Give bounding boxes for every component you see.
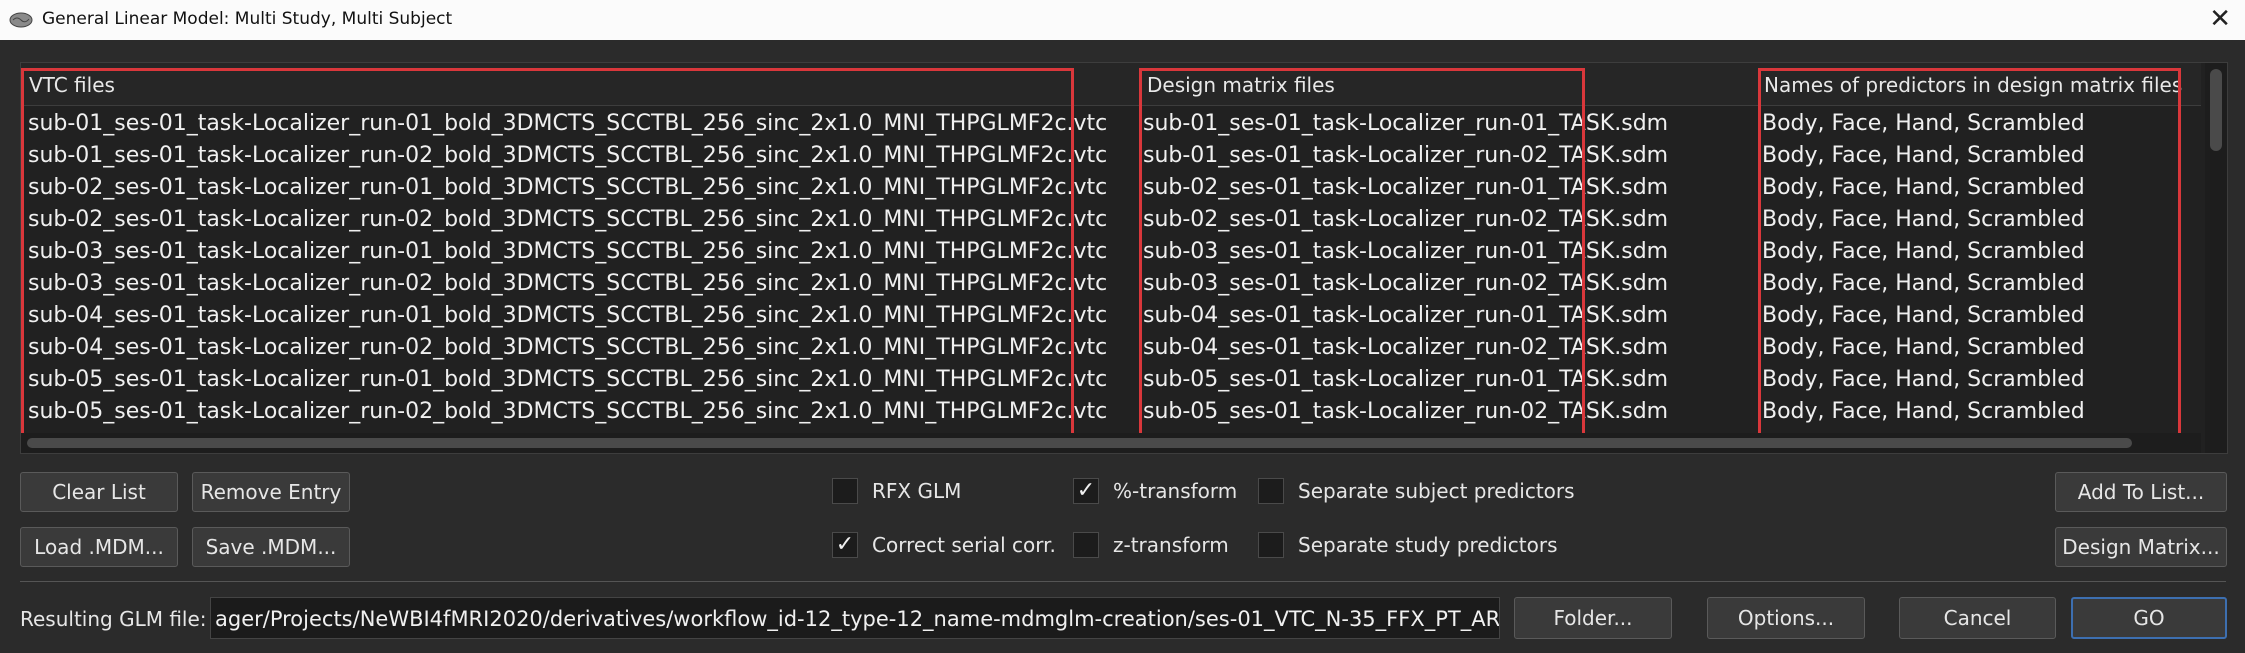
table-body: sub-01_ses-01_task-Localizer_run-01_bold… — [21, 107, 2201, 447]
close-icon[interactable]: ✕ — [2209, 4, 2231, 34]
table-row[interactable]: sub-04_ses-01_task-Localizer_run-01_bold… — [21, 299, 2201, 331]
table-row[interactable]: sub-03_ses-01_task-Localizer_run-02_bold… — [21, 267, 2201, 299]
table-row[interactable]: sub-01_ses-01_task-Localizer_run-01_bold… — [21, 107, 2201, 139]
table-row[interactable]: sub-04_ses-01_task-Localizer_run-02_bold… — [21, 331, 2201, 363]
rfx-glm-label: RFX GLM — [872, 479, 962, 503]
column-header-vtc[interactable]: VTC files — [29, 73, 115, 97]
table-row[interactable]: sub-02_ses-01_task-Localizer_run-02_bold… — [21, 203, 2201, 235]
separate-subject-predictors-box[interactable] — [1258, 478, 1284, 504]
predictors-cell: Body, Face, Hand, Scrambled — [1762, 111, 2085, 136]
design-matrix-button[interactable]: Design Matrix... — [2055, 527, 2227, 567]
design-matrix-cell: sub-02_ses-01_task-Localizer_run-02_TASK… — [1143, 207, 1669, 232]
predictors-cell: Body, Face, Hand, Scrambled — [1762, 367, 2085, 392]
separate-study-predictors-label: Separate study predictors — [1298, 533, 1558, 557]
design-matrix-cell: sub-03_ses-01_task-Localizer_run-01_TASK… — [1143, 239, 1669, 264]
predictors-cell: Body, Face, Hand, Scrambled — [1762, 399, 2085, 424]
design-matrix-cell: sub-05_ses-01_task-Localizer_run-01_TASK… — [1143, 367, 1669, 392]
add-to-list-button[interactable]: Add To List... — [2055, 472, 2227, 512]
separate-study-predictors-box[interactable] — [1258, 532, 1284, 558]
predictors-cell: Body, Face, Hand, Scrambled — [1762, 175, 2085, 200]
resulting-glm-path-field[interactable]: ager/Projects/NeWBI4fMRI2020/derivatives… — [210, 597, 1500, 639]
correct-serial-corr-checkbox[interactable]: ✓ Correct serial corr. — [832, 532, 1056, 558]
resulting-glm-label: Resulting GLM file: — [20, 607, 207, 631]
files-table[interactable]: VTC files Design matrix files Names of p… — [20, 62, 2228, 454]
correct-serial-corr-box[interactable]: ✓ — [832, 532, 858, 558]
predictors-cell: Body, Face, Hand, Scrambled — [1762, 335, 2085, 360]
go-button[interactable]: GO — [2071, 597, 2227, 639]
design-matrix-cell: sub-02_ses-01_task-Localizer_run-01_TASK… — [1143, 175, 1669, 200]
table-row[interactable]: sub-02_ses-01_task-Localizer_run-01_bold… — [21, 171, 2201, 203]
percent-transform-checkbox[interactable]: ✓ %-transform — [1073, 478, 1237, 504]
predictors-cell: Body, Face, Hand, Scrambled — [1762, 271, 2085, 296]
separate-subject-predictors-label: Separate subject predictors — [1298, 479, 1575, 503]
percent-transform-label: %-transform — [1113, 479, 1238, 503]
divider — [20, 581, 2226, 582]
vtc-cell: sub-03_ses-01_task-Localizer_run-02_bold… — [28, 271, 1108, 296]
window-title: General Linear Model: Multi Study, Multi… — [42, 9, 453, 29]
table-row[interactable]: sub-03_ses-01_task-Localizer_run-01_bold… — [21, 235, 2201, 267]
vertical-scroll-thumb[interactable] — [2210, 69, 2222, 151]
folder-button[interactable]: Folder... — [1514, 597, 1672, 639]
save-mdm-button[interactable]: Save .MDM... — [192, 527, 350, 567]
design-matrix-cell: sub-04_ses-01_task-Localizer_run-02_TASK… — [1143, 335, 1669, 360]
predictors-cell: Body, Face, Hand, Scrambled — [1762, 207, 2085, 232]
vtc-cell: sub-02_ses-01_task-Localizer_run-01_bold… — [28, 175, 1108, 200]
predictors-cell: Body, Face, Hand, Scrambled — [1762, 143, 2085, 168]
z-transform-label: z-transform — [1113, 533, 1229, 557]
predictors-cell: Body, Face, Hand, Scrambled — [1762, 239, 2085, 264]
table-row[interactable]: sub-01_ses-01_task-Localizer_run-02_bold… — [21, 139, 2201, 171]
column-header-design-matrix[interactable]: Design matrix files — [1147, 73, 1335, 97]
brain-app-icon — [9, 12, 33, 28]
load-mdm-button[interactable]: Load .MDM... — [20, 527, 178, 567]
clear-list-button[interactable]: Clear List — [20, 472, 178, 512]
correct-serial-corr-label: Correct serial corr. — [872, 533, 1056, 557]
z-transform-checkbox[interactable]: z-transform — [1073, 532, 1229, 558]
design-matrix-cell: sub-01_ses-01_task-Localizer_run-02_TASK… — [1143, 143, 1669, 168]
table-row[interactable]: sub-05_ses-01_task-Localizer_run-02_bold… — [21, 395, 2201, 427]
vtc-cell: sub-05_ses-01_task-Localizer_run-02_bold… — [28, 399, 1108, 424]
vtc-cell: sub-01_ses-01_task-Localizer_run-02_bold… — [28, 143, 1108, 168]
horizontal-scrollbar[interactable] — [21, 433, 2201, 453]
cancel-button[interactable]: Cancel — [1899, 597, 2056, 639]
table-header: VTC files Design matrix files Names of p… — [21, 63, 2201, 106]
vtc-cell: sub-05_ses-01_task-Localizer_run-01_bold… — [28, 367, 1108, 392]
z-transform-box[interactable] — [1073, 532, 1099, 558]
table-row[interactable]: sub-05_ses-01_task-Localizer_run-01_bold… — [21, 363, 2201, 395]
separate-subject-predictors-checkbox[interactable]: Separate subject predictors — [1258, 478, 1575, 504]
rfx-glm-checkbox[interactable]: RFX GLM — [832, 478, 961, 504]
percent-transform-box[interactable]: ✓ — [1073, 478, 1099, 504]
rfx-glm-box[interactable] — [832, 478, 858, 504]
vertical-scrollbar[interactable] — [2205, 63, 2227, 453]
vtc-cell: sub-02_ses-01_task-Localizer_run-02_bold… — [28, 207, 1108, 232]
options-button[interactable]: Options... — [1707, 597, 1865, 639]
predictors-cell: Body, Face, Hand, Scrambled — [1762, 303, 2085, 328]
design-matrix-cell: sub-03_ses-01_task-Localizer_run-02_TASK… — [1143, 271, 1669, 296]
vtc-cell: sub-04_ses-01_task-Localizer_run-01_bold… — [28, 303, 1108, 328]
column-header-predictors[interactable]: Names of predictors in design matrix fil… — [1764, 73, 2182, 97]
remove-entry-button[interactable]: Remove Entry — [192, 472, 350, 512]
vtc-cell: sub-03_ses-01_task-Localizer_run-01_bold… — [28, 239, 1108, 264]
vtc-cell: sub-04_ses-01_task-Localizer_run-02_bold… — [28, 335, 1108, 360]
horizontal-scroll-thumb[interactable] — [27, 438, 2132, 448]
design-matrix-cell: sub-05_ses-01_task-Localizer_run-02_TASK… — [1143, 399, 1669, 424]
design-matrix-cell: sub-01_ses-01_task-Localizer_run-01_TASK… — [1143, 111, 1669, 136]
title-bar: General Linear Model: Multi Study, Multi… — [0, 0, 2245, 40]
design-matrix-cell: sub-04_ses-01_task-Localizer_run-01_TASK… — [1143, 303, 1669, 328]
vtc-cell: sub-01_ses-01_task-Localizer_run-01_bold… — [28, 111, 1108, 136]
separate-study-predictors-checkbox[interactable]: Separate study predictors — [1258, 532, 1558, 558]
